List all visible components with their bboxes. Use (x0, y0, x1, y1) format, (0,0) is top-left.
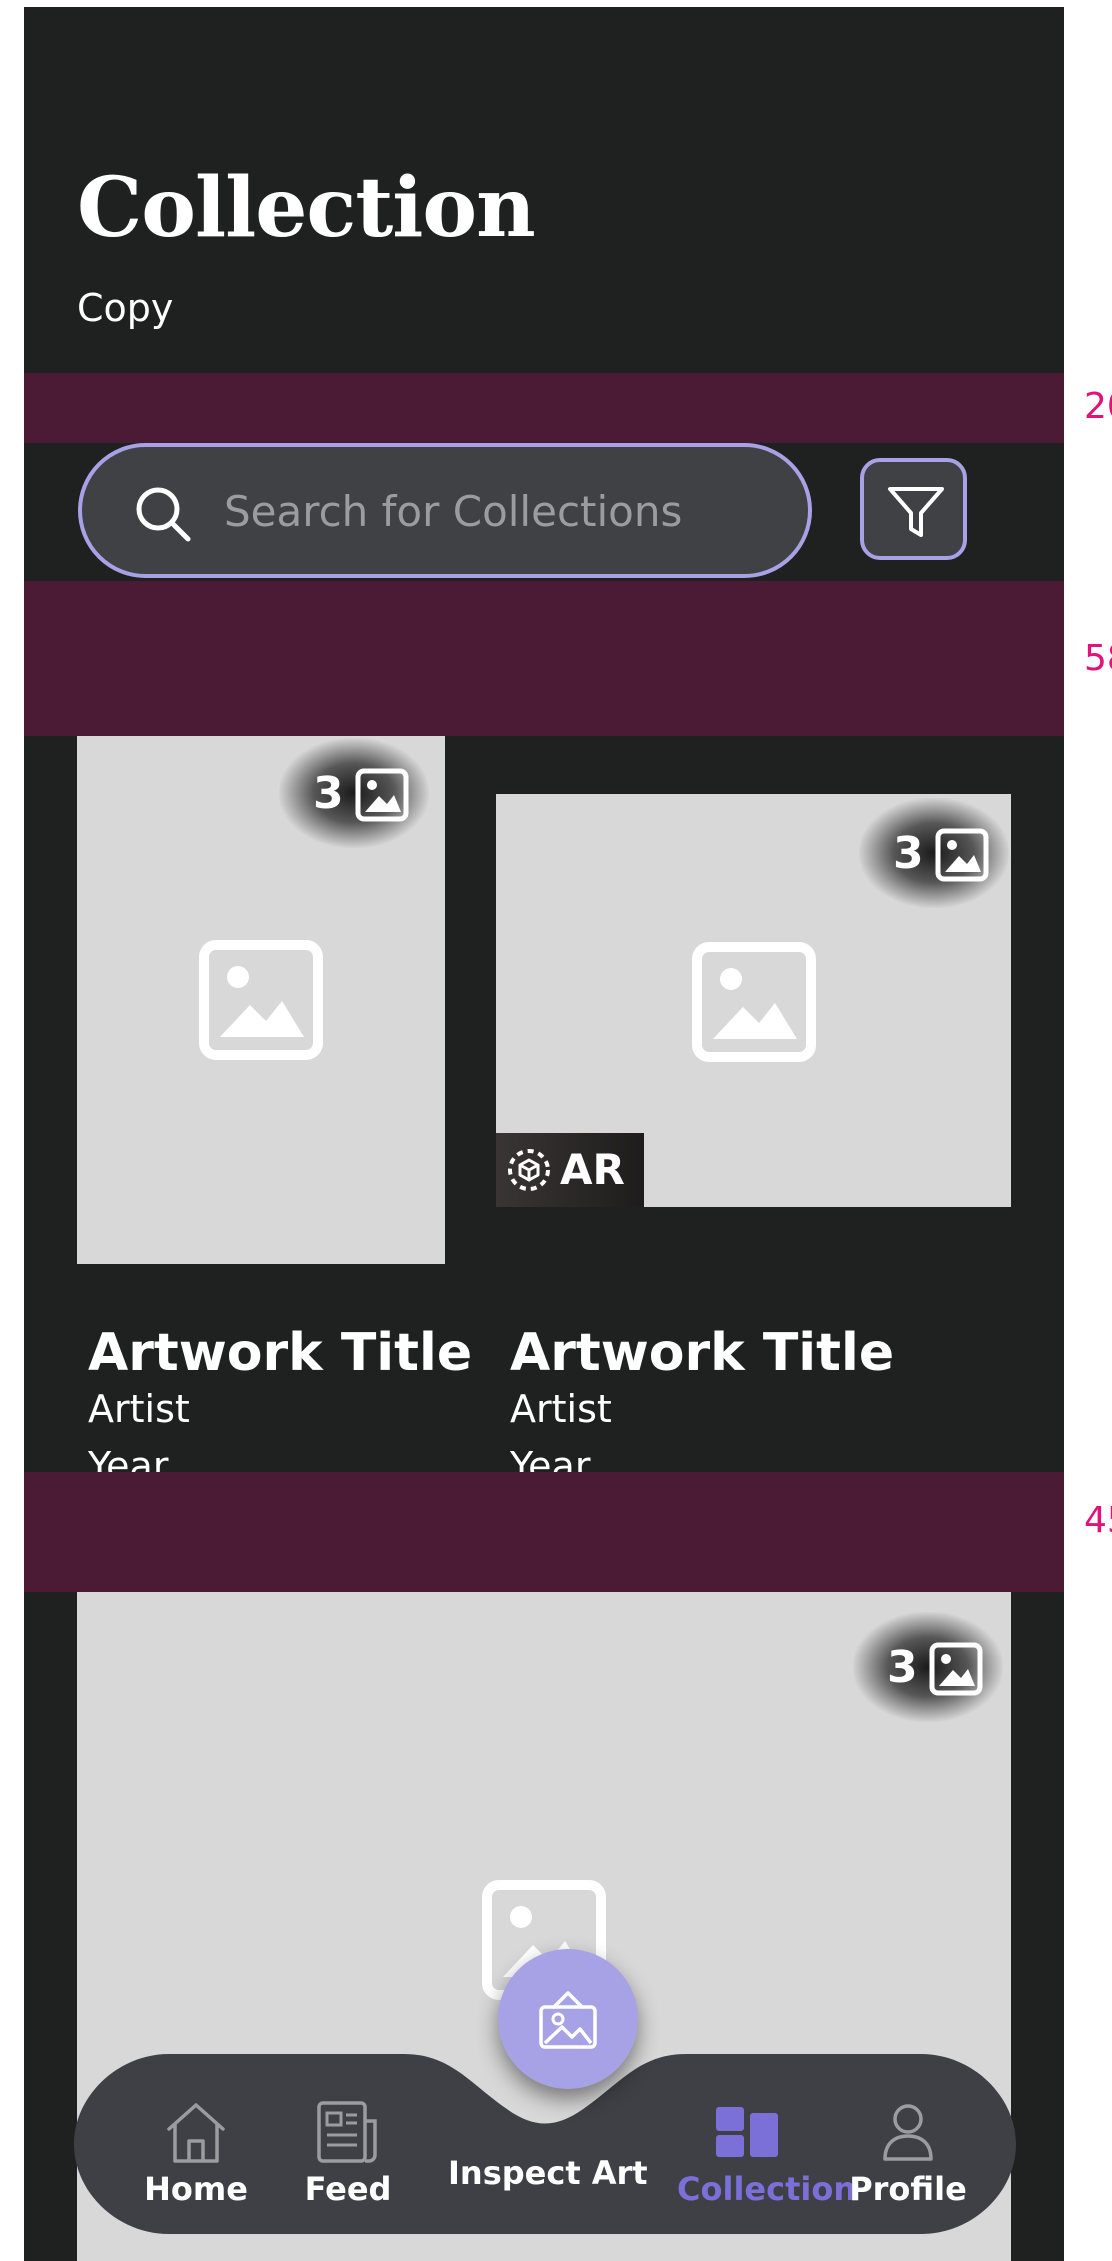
search-icon (136, 487, 191, 542)
ar-icon (508, 1149, 550, 1191)
image-count-badge: 3 (859, 798, 1009, 908)
ar-label: AR (560, 1145, 625, 1194)
page-title: Collection (77, 160, 536, 256)
feed-icon (317, 2101, 377, 2163)
spacing-annotation: 45 (1084, 1500, 1112, 1541)
image-count-badge: 3 (853, 1612, 1003, 1722)
profile-icon (883, 2104, 933, 2161)
nav-item-collection[interactable]: Collection (677, 2099, 857, 2219)
collection-icon (716, 2107, 778, 2157)
image-count: 3 (313, 768, 344, 819)
inspect-art-button[interactable] (498, 1949, 638, 2089)
image-count: 3 (887, 1642, 918, 1693)
artwork-card[interactable]: 3 (77, 736, 445, 1264)
search-input[interactable]: Search for Collections (78, 443, 812, 578)
home-icon (167, 2103, 225, 2163)
spacing-annotation: 58 (1084, 638, 1112, 679)
image-placeholder-icon (692, 942, 816, 1062)
spacing-guide (24, 373, 1064, 443)
card-title: Artwork Title (88, 1323, 473, 1383)
nav-item-feed[interactable]: Feed (278, 2099, 418, 2219)
filter-icon (888, 487, 944, 537)
search-placeholder: Search for Collections (224, 487, 683, 536)
nav-label-home: Home (144, 2170, 248, 2208)
card-artist: Artist (510, 1387, 612, 1431)
nav-label-profile: Profile (849, 2170, 967, 2208)
nav-item-profile[interactable]: Profile (838, 2099, 978, 2219)
ar-badge[interactable]: AR (496, 1133, 644, 1207)
gallery-icon (355, 768, 409, 822)
nav-label-inspect-art[interactable]: Inspect Art (448, 2157, 648, 2189)
artwork-card[interactable]: 3 AR (496, 794, 1011, 1207)
gallery-icon (935, 828, 989, 882)
gallery-icon (929, 1642, 983, 1696)
image-count-badge: 3 (279, 738, 429, 848)
nav-label-feed: Feed (304, 2170, 392, 2208)
spacing-annotation: 20 (1084, 386, 1112, 427)
nav-item-home[interactable]: Home (126, 2099, 266, 2219)
filter-button[interactable] (860, 458, 967, 560)
spacing-guide (24, 581, 1064, 736)
card-artist: Artist (88, 1387, 190, 1431)
spacing-guide (24, 1472, 1064, 1592)
image-placeholder-icon (199, 940, 323, 1060)
inspect-art-icon (539, 1991, 597, 2049)
card-title: Artwork Title (510, 1323, 895, 1383)
page-subtitle: Copy (77, 286, 174, 330)
screen: Collection Copy Search for Collections 3 (24, 7, 1064, 2261)
nav-label-collection: Collection (677, 2170, 857, 2208)
image-count: 3 (893, 828, 924, 879)
